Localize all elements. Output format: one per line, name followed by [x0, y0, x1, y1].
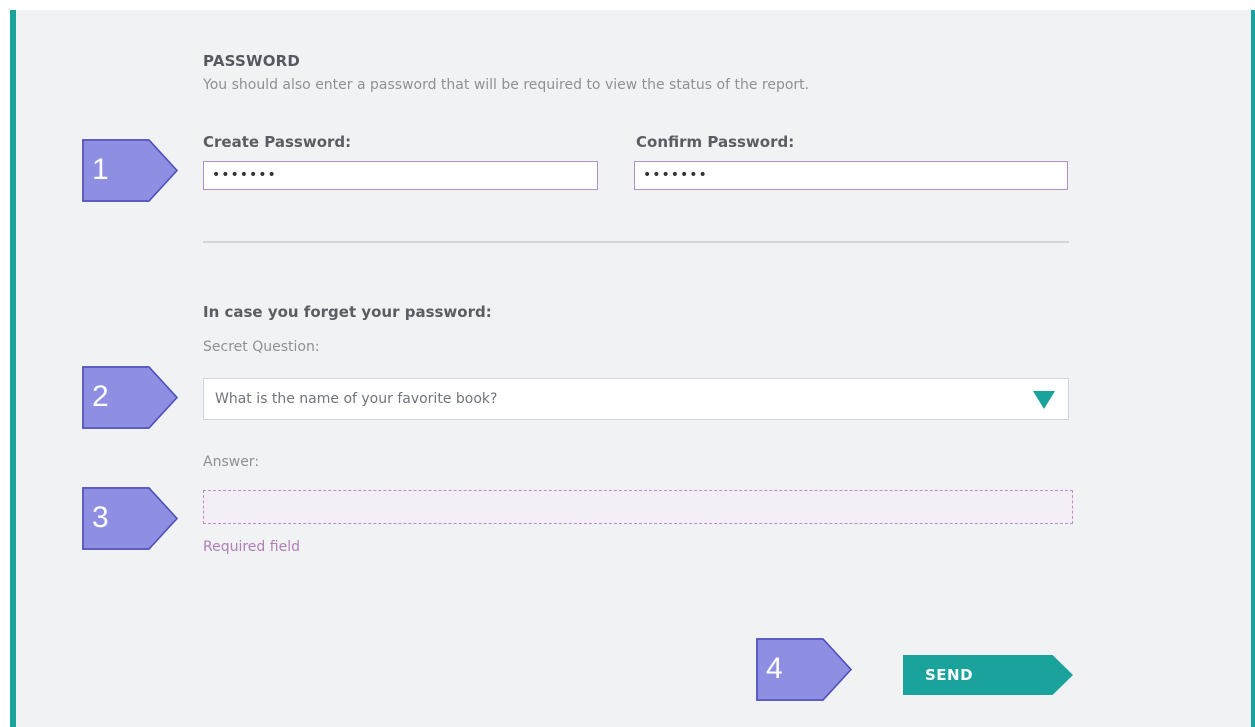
- send-button-label: SEND: [925, 666, 974, 684]
- password-section-title: PASSWORD: [203, 52, 301, 70]
- section-divider: [203, 241, 1069, 243]
- secret-question-select[interactable]: What is the name of your favorite book?: [203, 378, 1069, 420]
- confirm-password-input[interactable]: •••••••: [634, 161, 1068, 190]
- create-password-input[interactable]: •••••••: [203, 161, 598, 190]
- password-section-description: You should also enter a password that wi…: [203, 77, 810, 93]
- send-button[interactable]: SEND: [903, 655, 1073, 695]
- answer-input[interactable]: [203, 490, 1073, 524]
- secret-question-value: What is the name of your favorite book?: [215, 391, 498, 407]
- recovery-section-title: In case you forget your password:: [203, 303, 492, 321]
- callout-outline: [756, 638, 852, 701]
- confirm-password-label: Confirm Password:: [636, 133, 795, 151]
- callout-outline: [82, 366, 178, 429]
- form-panel: [10, 10, 1255, 727]
- create-password-label: Create Password:: [203, 133, 352, 151]
- triangle-down-icon[interactable]: [1033, 391, 1055, 409]
- callout-outline: [82, 487, 178, 550]
- required-field-message: Required field: [203, 539, 300, 555]
- callout-outline: [82, 139, 178, 202]
- secret-question-label: Secret Question:: [203, 339, 320, 355]
- answer-label: Answer:: [203, 454, 260, 470]
